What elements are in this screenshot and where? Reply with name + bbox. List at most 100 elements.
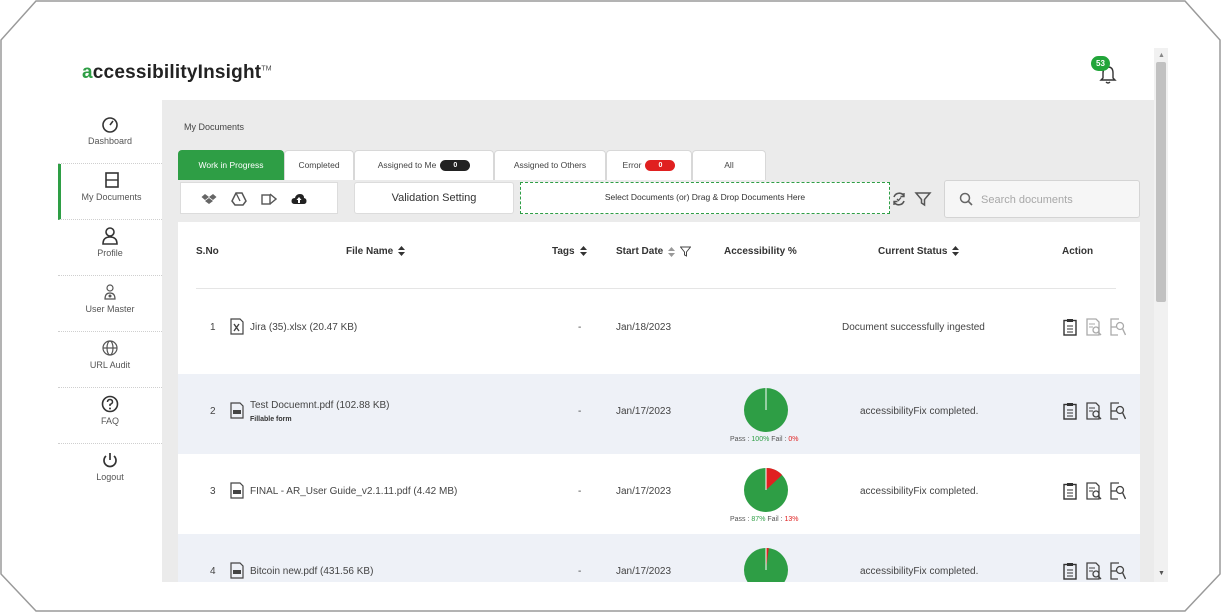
edit-remediate-icon[interactable]: [1110, 402, 1126, 420]
sidebar-item-my-documents[interactable]: My Documents: [58, 164, 162, 220]
review-document-icon[interactable]: [1086, 562, 1102, 580]
tags-value: -: [578, 322, 582, 333]
tab-error[interactable]: Error 0: [606, 150, 692, 180]
column-label: Tags: [552, 246, 575, 257]
breadcrumb: My Documents: [184, 122, 245, 132]
column-label: Accessibility %: [724, 246, 797, 257]
file-name-link[interactable]: Jira (35).xlsx (20.47 KB): [250, 322, 357, 333]
clipboard-icon[interactable]: [1062, 318, 1078, 336]
tab-completed[interactable]: Completed: [284, 150, 354, 180]
sidebar-item-logout[interactable]: Logout: [58, 444, 162, 500]
review-document-icon[interactable]: [1086, 482, 1102, 500]
sidebar-item-user-master[interactable]: User Master: [58, 276, 162, 332]
current-status-value: accessibilityFix completed.: [860, 406, 979, 417]
filter-icon[interactable]: [914, 190, 932, 208]
current-status-value: accessibilityFix completed.: [860, 486, 979, 497]
review-document-icon[interactable]: [1086, 402, 1102, 420]
dropbox-icon[interactable]: [201, 191, 217, 207]
vertical-scrollbar[interactable]: ▲ ▼: [1154, 48, 1168, 582]
sidebar-item-faq[interactable]: FAQ: [58, 388, 162, 444]
column-current-status[interactable]: Current Status: [878, 246, 960, 257]
table-row[interactable]: 2 Test Docuemnt.pdf (102.88 KB) Fillable f…: [178, 374, 1140, 454]
drop-zone[interactable]: Select Documents (or) Drag & Drop Docume…: [520, 182, 890, 214]
edit-remediate-icon[interactable]: [1110, 562, 1126, 580]
pass-prefix: Pass :: [730, 516, 752, 523]
sidebar-item-label: Profile: [97, 248, 123, 258]
pass-percent: 87%: [751, 516, 766, 523]
tab-label: All: [724, 160, 734, 170]
upload-sources: [180, 182, 338, 214]
current-status-value: Document successfully ingested: [842, 322, 985, 333]
cloud-upload-icon[interactable]: [291, 191, 307, 207]
row-number: 1: [210, 322, 216, 333]
document-type-tag: Fillable form: [250, 416, 292, 423]
google-drive-icon[interactable]: [231, 191, 247, 207]
file-name-link[interactable]: Test Docuemnt.pdf (102.88 KB): [250, 400, 390, 411]
pdf-file-icon: [230, 402, 244, 419]
table-row[interactable]: 1 Jira (35).xlsx (20.47 KB) - Jan/18/2023 Do…: [178, 296, 1140, 376]
start-date-value: Jan/17/2023: [616, 566, 672, 577]
sidebar-item-label: Logout: [96, 472, 124, 482]
column-label: File Name: [346, 246, 394, 257]
table-row[interactable]: 4 Bitcoin new.pdf (431.56 KB) - Jan/17/2023…: [178, 534, 1140, 582]
gauge-icon: [102, 117, 118, 133]
column-tags[interactable]: Tags: [552, 246, 587, 257]
globe-icon: [102, 340, 118, 356]
scroll-up-icon[interactable]: ▲: [1158, 52, 1165, 59]
file-name-link[interactable]: FINAL - AR_User Guide_v2.1.11.pdf (4.42 …: [250, 486, 457, 497]
clipboard-icon[interactable]: [1062, 402, 1078, 420]
search-icon: [959, 192, 973, 206]
accessibility-pie-chart: [744, 548, 788, 582]
power-icon: [103, 453, 117, 468]
sidebar-item-url-audit[interactable]: URL Audit: [58, 332, 162, 388]
pass-prefix: Pass :: [730, 436, 752, 443]
logo-accent: a: [82, 62, 93, 83]
date-filter-icon[interactable]: [680, 246, 692, 257]
validation-setting-button[interactable]: Validation Setting: [354, 182, 514, 214]
fail-percent: 0%: [788, 436, 799, 443]
sync-icon[interactable]: [890, 190, 908, 208]
edit-remediate-icon[interactable]: [1110, 482, 1126, 500]
sidebar-item-label: My Documents: [81, 192, 142, 202]
sort-icon[interactable]: [579, 246, 587, 257]
column-start-date[interactable]: Start Date: [616, 246, 692, 258]
user-settings-icon: [104, 284, 116, 300]
folder-icon: [104, 172, 119, 188]
review-document-icon[interactable]: [1086, 318, 1102, 336]
pass-percent: 100%: [751, 436, 770, 443]
tab-assigned-to-me[interactable]: Assigned to Me 0: [354, 150, 494, 180]
main-content: My Documents Work in Progress Completed …: [162, 100, 1154, 582]
pdf-file-icon: [230, 562, 244, 579]
header-divider: [196, 288, 1116, 289]
sidebar-item-dashboard[interactable]: Dashboard: [58, 108, 162, 164]
row-number: 3: [210, 486, 216, 497]
clipboard-icon[interactable]: [1062, 562, 1078, 580]
accessibility-pie-chart: [744, 388, 788, 432]
table-row[interactable]: 3 FINAL - AR_User Guide_v2.1.11.pdf (4.42…: [178, 454, 1140, 534]
column-accessibility: Accessibility %: [724, 246, 797, 257]
file-name-link[interactable]: Bitcoin new.pdf (431.56 KB): [250, 566, 373, 577]
search-input[interactable]: [981, 190, 1131, 210]
row-number: 4: [210, 566, 216, 577]
tags-value: -: [578, 566, 582, 577]
sort-icon[interactable]: [398, 246, 406, 257]
column-action: Action: [1062, 246, 1093, 257]
accessibility-pie-chart: [744, 468, 788, 512]
scrollbar-thumb[interactable]: [1156, 62, 1166, 302]
sidebar-item-profile[interactable]: Profile: [58, 220, 162, 276]
tab-all[interactable]: All: [692, 150, 766, 180]
sort-icon[interactable]: [952, 246, 960, 257]
user-icon: [102, 227, 118, 245]
tab-assigned-to-others[interactable]: Assigned to Others: [494, 150, 606, 180]
app-logo[interactable]: accessibilityInsightTM: [82, 62, 272, 84]
sharepoint-icon[interactable]: [261, 191, 277, 207]
column-file-name[interactable]: File Name: [346, 246, 406, 257]
clipboard-icon[interactable]: [1062, 482, 1078, 500]
column-label: Start Date: [616, 246, 664, 258]
sidebar-item-label: User Master: [85, 304, 135, 314]
tab-work-in-progress[interactable]: Work in Progress: [178, 150, 284, 180]
scroll-down-icon[interactable]: ▼: [1158, 570, 1165, 577]
edit-remediate-icon[interactable]: [1110, 318, 1126, 336]
sidebar-item-label: URL Audit: [89, 360, 131, 370]
sort-icon[interactable]: [668, 246, 676, 257]
